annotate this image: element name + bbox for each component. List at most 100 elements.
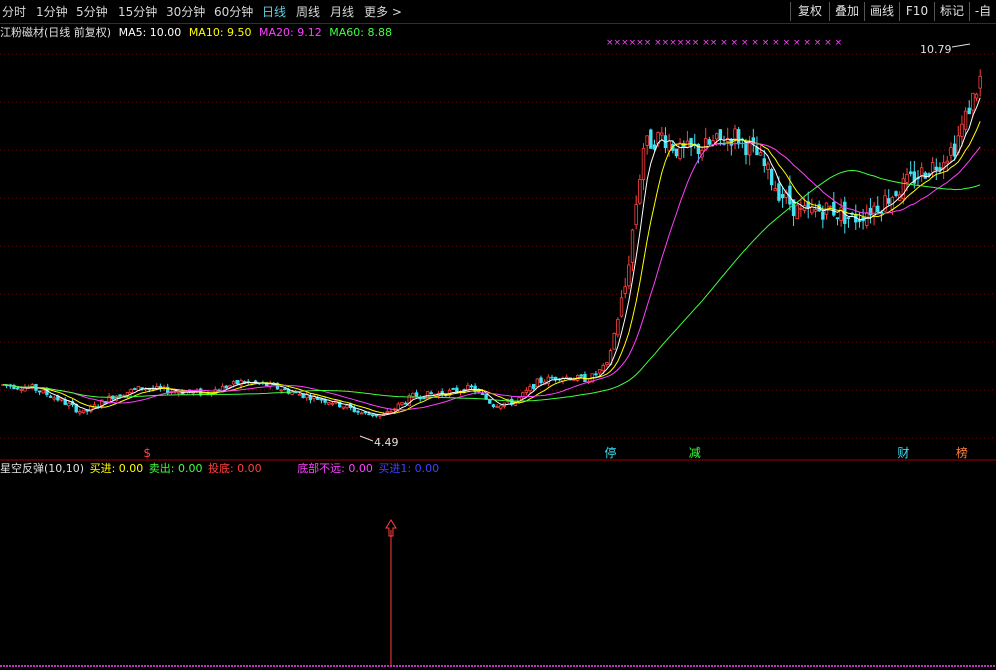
candle-body (718, 129, 723, 140)
candle-body (528, 385, 532, 392)
event-label: $ (143, 446, 151, 460)
candle-body (630, 229, 635, 263)
candle-body (627, 264, 631, 287)
candle-body (894, 191, 898, 197)
candle-body (769, 168, 774, 186)
candle-body (451, 388, 455, 390)
candle-body (341, 406, 346, 409)
candle-body (623, 286, 627, 294)
candle-body (495, 406, 499, 408)
candle-body (279, 389, 283, 392)
candle-body (799, 208, 803, 210)
candle-body (553, 376, 558, 380)
candle-body (876, 205, 880, 213)
candle-body (385, 411, 389, 414)
candle-body (762, 158, 766, 166)
candle-body (667, 140, 671, 152)
candle-body (330, 402, 335, 405)
candle-body (48, 395, 53, 398)
candle-body (403, 402, 408, 405)
candle-body (828, 205, 832, 208)
candle-body (414, 392, 419, 397)
candle-body (960, 123, 964, 137)
ma5-line (2, 97, 981, 416)
candle-body (963, 110, 968, 130)
event-label: 财 (897, 446, 909, 460)
candle-body (649, 129, 653, 149)
candle-body (469, 385, 474, 388)
candle-body (59, 398, 64, 401)
candle-body (810, 206, 814, 214)
candle-body (176, 391, 181, 394)
candle-body (868, 207, 873, 216)
candle-body (202, 392, 206, 395)
candle-body (535, 378, 540, 388)
candle-body (795, 204, 799, 220)
candle-body (638, 179, 642, 204)
candle-body (674, 148, 679, 157)
event-label: 减 (689, 446, 701, 460)
candle-body (641, 147, 646, 180)
top-markers: ×××××× ×××××× ×× × × × × × × × × × × × × (606, 38, 842, 48)
candle-body (455, 387, 459, 393)
candle-body (934, 166, 938, 171)
candle-body (411, 392, 415, 397)
candle-body (974, 93, 979, 99)
price-grid (0, 53, 996, 461)
candle-body (594, 373, 598, 376)
candle-body (564, 376, 569, 379)
candle-body (129, 388, 133, 394)
candle-body (930, 162, 935, 173)
candle-body (938, 167, 942, 171)
candle-body (499, 405, 503, 409)
candle-body (532, 384, 536, 389)
low-price-label: 4.49 (374, 436, 399, 449)
candle-body (224, 385, 228, 389)
candle-body (616, 319, 620, 336)
candle-body (919, 167, 924, 177)
candle-body (978, 75, 982, 89)
candle-body (758, 152, 763, 156)
candle-body (389, 411, 393, 413)
candle-body (422, 397, 426, 400)
candle-body (308, 395, 313, 401)
candle-body (645, 135, 649, 146)
event-label: 榜 (956, 445, 968, 460)
candle-body (231, 381, 236, 385)
event-label: 停 (605, 445, 617, 460)
candle-body (400, 402, 404, 406)
candle-body (689, 138, 693, 147)
candle-body (605, 362, 609, 366)
candle-body (908, 171, 913, 175)
candle-body (835, 217, 840, 220)
candle-body (550, 376, 554, 379)
candle-body (480, 393, 485, 395)
candle-body (370, 414, 375, 417)
candle-body (612, 333, 616, 350)
candle-body (19, 389, 23, 391)
candle-body (773, 188, 777, 192)
candle-body (429, 392, 433, 395)
candle-body (945, 160, 949, 164)
candle-body (813, 209, 818, 212)
ma-lines-group (2, 97, 981, 416)
candle-body (887, 198, 891, 204)
candle-body (521, 392, 525, 398)
candle-body (780, 194, 785, 199)
high-price-pointer (951, 43, 971, 48)
low-price-pointer (359, 435, 374, 442)
candle-body (601, 364, 605, 371)
ma20-line (2, 142, 981, 411)
candle-body (491, 404, 496, 408)
candlestick-chart[interactable]: ×××××× ×××××× ×× × × × × × × × × × × × ×… (0, 0, 996, 670)
candle-body (283, 388, 287, 391)
candle-body (359, 412, 364, 415)
candle-body (67, 402, 71, 406)
candle-body (952, 143, 957, 157)
candle-body (297, 393, 302, 396)
candle-body (619, 297, 624, 317)
candle-body (923, 172, 928, 179)
candle-body (678, 142, 682, 160)
candle-body (660, 132, 664, 136)
candle-body (81, 409, 86, 413)
